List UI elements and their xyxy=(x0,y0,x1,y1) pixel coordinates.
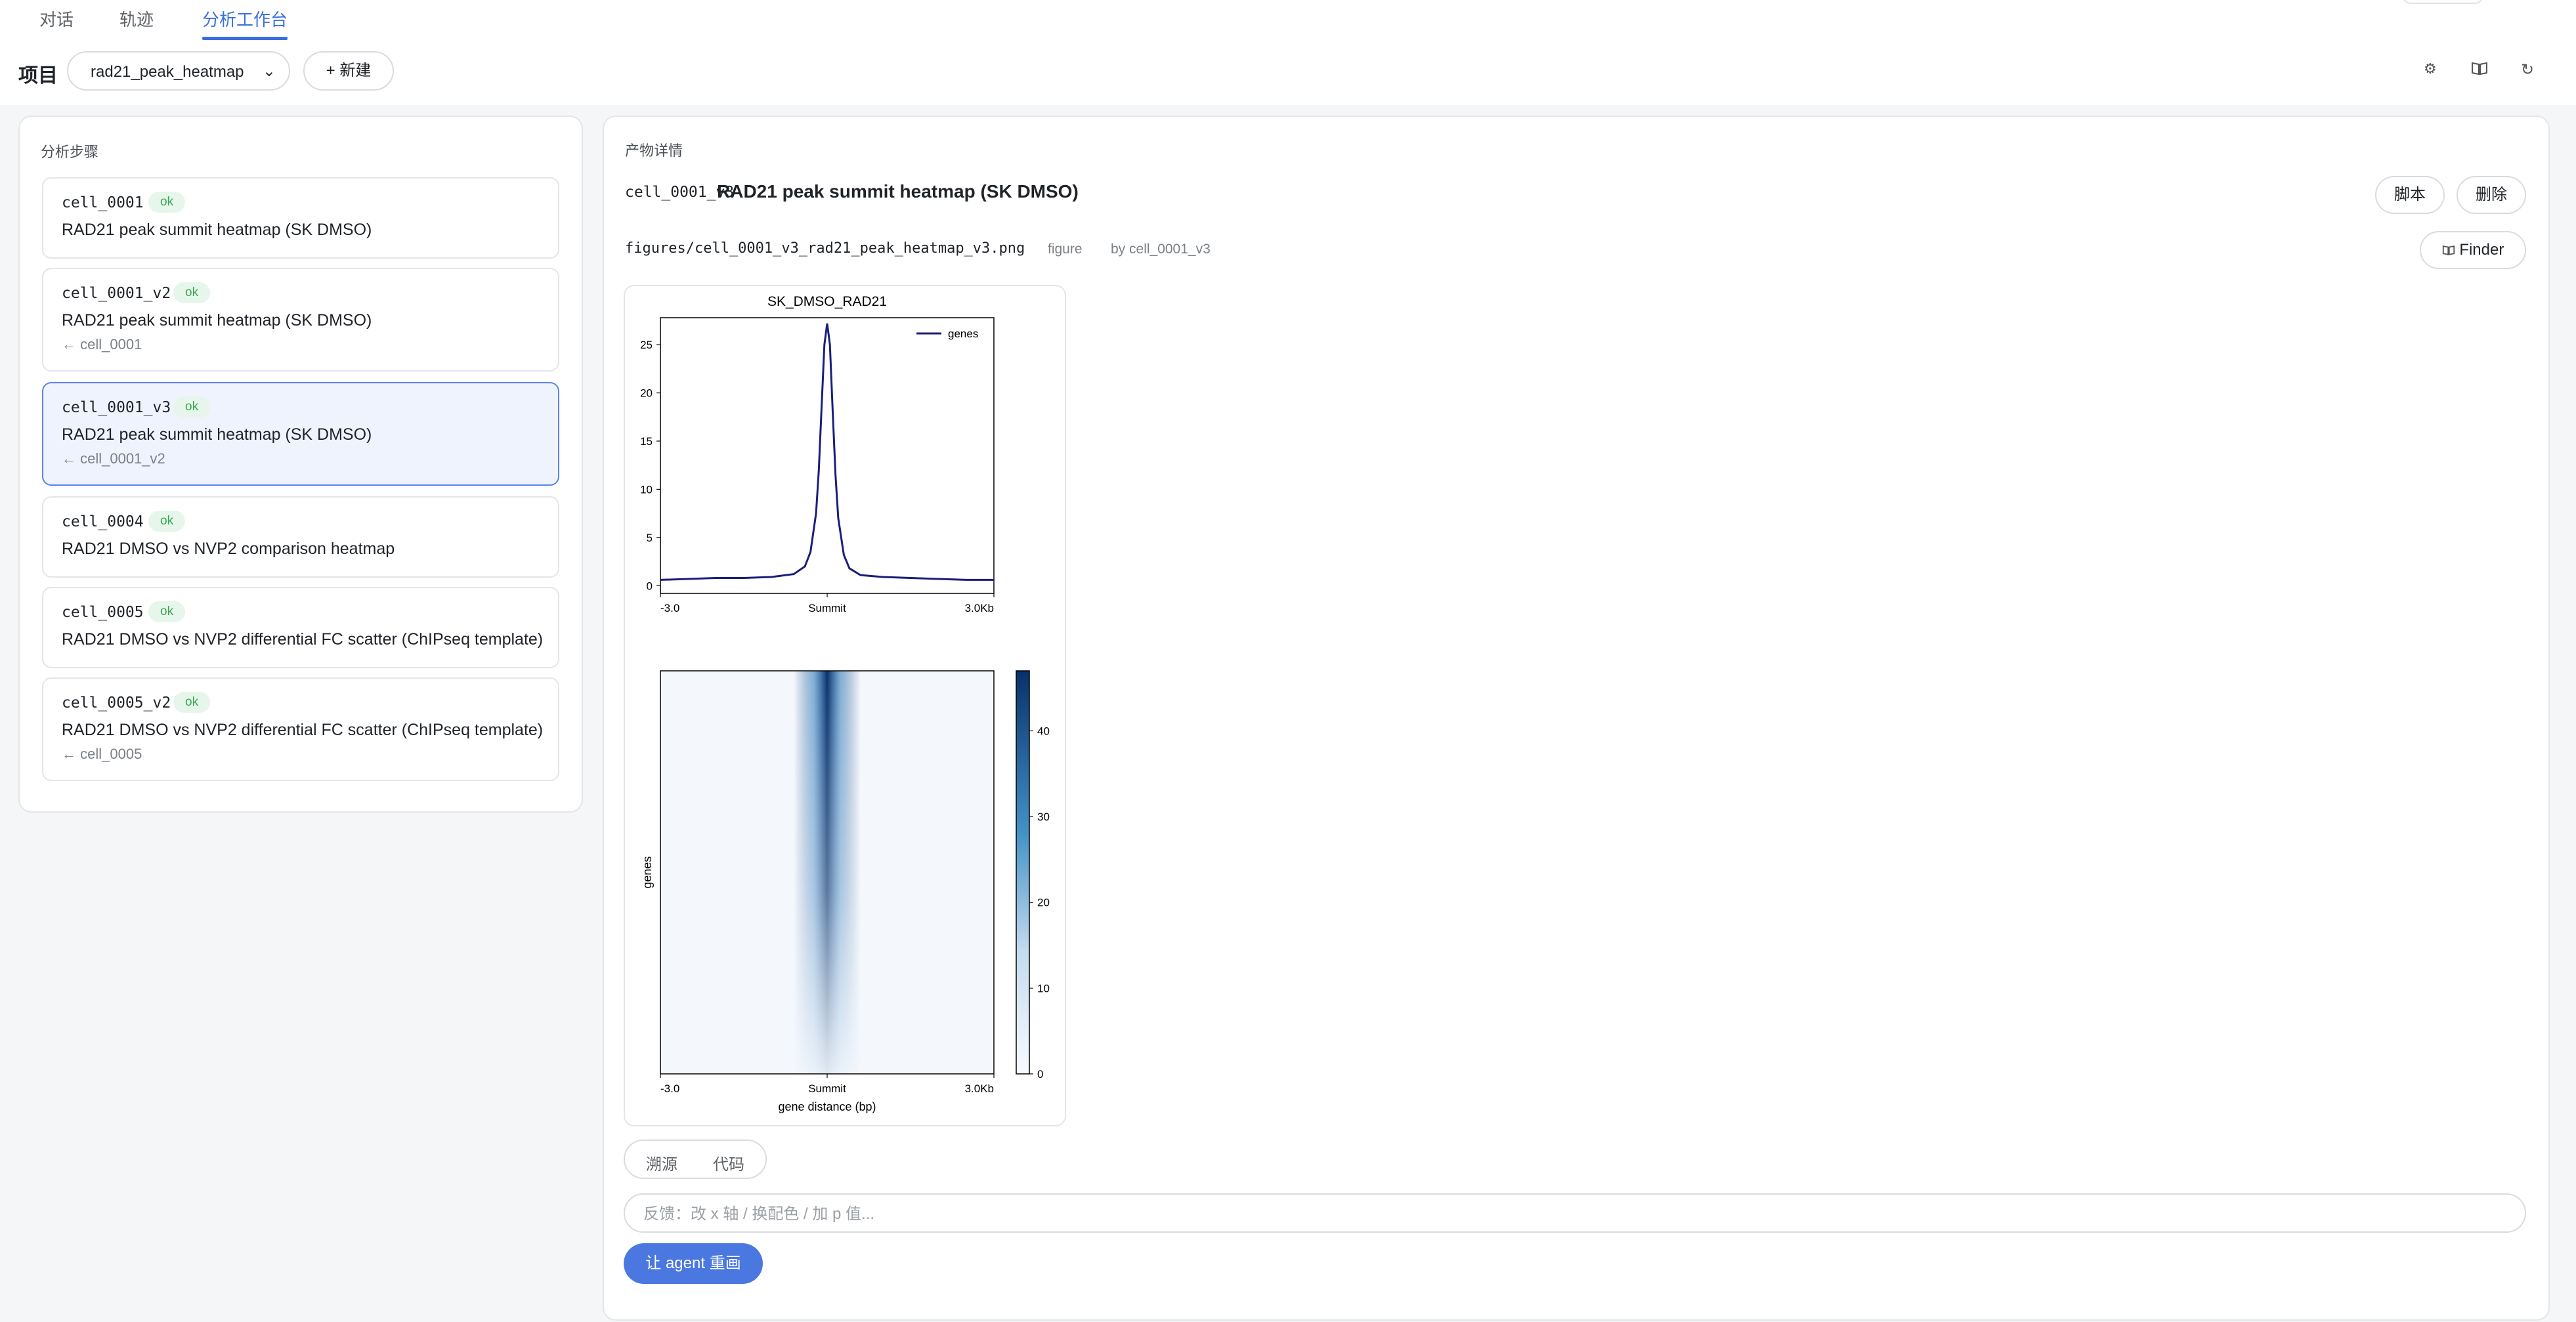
feedback-field[interactable] xyxy=(624,1193,2526,1233)
y-tick-label: 15 xyxy=(640,435,653,448)
gear-icon[interactable]: ⚙ xyxy=(2424,60,2437,77)
status-badge: ok xyxy=(173,692,211,713)
status-badge: ok xyxy=(148,511,186,532)
artifact-author: by cell_0001_v3 xyxy=(1111,242,1211,257)
profile-plot: 0 5 10 15 20 25 -3.0 Summit 3.0Kb genes xyxy=(640,317,995,614)
feedback-input[interactable] xyxy=(642,1203,2483,1226)
y-tick-label: 5 xyxy=(647,532,653,544)
new-project-button[interactable]: + 新建 xyxy=(303,51,394,91)
project-select-value: rad21_peak_heatmap xyxy=(91,63,244,81)
script-button[interactable]: 脚本 xyxy=(2375,176,2445,214)
profile-frame xyxy=(660,317,995,594)
project-bar: 项目 rad21_peak_heatmap ⌄ + 新建 ⚙ ↻ xyxy=(0,41,2576,105)
heatmap-x-tick-label: Summit xyxy=(808,1082,846,1095)
step-title: RAD21 DMSO vs NVP2 differential FC scatt… xyxy=(62,630,544,649)
step-card-cell-0001-v2[interactable]: cell_0001_v2 ok RAD21 peak summit heatma… xyxy=(42,268,559,372)
step-title: RAD21 peak summit heatmap (SK DMSO) xyxy=(62,311,372,330)
heatmap-x-tick-label: 3.0Kb xyxy=(965,1082,994,1095)
colorbar-tick-label: 20 xyxy=(1037,897,1050,909)
status-badge: ok xyxy=(148,192,186,213)
tab-analysis-workbench[interactable]: 分析工作台 xyxy=(202,7,288,31)
status-badge: ok xyxy=(173,282,211,303)
y-tick-label: 25 xyxy=(640,339,653,351)
colorbar-tick-label: 10 xyxy=(1037,982,1050,994)
view-segment-control: 溯源 代码 xyxy=(624,1140,767,1179)
step-id: cell_0005 xyxy=(62,604,144,621)
step-parent-link[interactable]: ← cell_0001 xyxy=(62,336,142,353)
colorbar-tick-label: 40 xyxy=(1037,725,1050,737)
profile-title: SK_DMSO_RAD21 xyxy=(767,294,887,309)
step-id: cell_0001_v3 xyxy=(62,399,171,416)
tab-trajectory[interactable]: 轨迹 xyxy=(119,7,154,31)
active-tab-indicator xyxy=(202,37,288,40)
project-label: 项目 xyxy=(18,65,58,87)
colorbar-tick-label: 30 xyxy=(1037,811,1050,823)
tab-provenance[interactable]: 溯源 xyxy=(646,1151,677,1174)
step-id: cell_0001_v2 xyxy=(62,285,171,302)
colorbar xyxy=(1016,670,1030,1075)
finder-button[interactable]: Finder xyxy=(2420,231,2526,269)
step-parent-link[interactable]: ← cell_0005 xyxy=(62,746,142,763)
book-icon xyxy=(2442,245,2455,255)
agent-redraw-button[interactable]: 让 agent 重画 xyxy=(624,1243,763,1284)
step-title: RAD21 peak summit heatmap (SK DMSO) xyxy=(62,425,372,444)
step-title: RAD21 DMSO vs NVP2 comparison heatmap xyxy=(62,540,395,558)
x-tick-label: 3.0Kb xyxy=(965,602,994,614)
step-card-cell-0005-v2[interactable]: cell_0005_v2 ok RAD21 DMSO vs NVP2 diffe… xyxy=(42,677,559,781)
profile-heatmap-figure: SK_DMSO_RAD21 0 5 10 15 20 25 -3.0 Summit 3.0Kb g… xyxy=(640,294,1050,1113)
heatmap-x-tick-label: -3.0 xyxy=(660,1082,679,1095)
delete-button[interactable]: 删除 xyxy=(2457,176,2526,214)
step-id: cell_0005_v2 xyxy=(62,694,171,712)
artifact-kind: figure xyxy=(1048,242,1083,257)
step-title: RAD21 DMSO vs NVP2 differential FC scatt… xyxy=(62,721,544,739)
finder-label: Finder xyxy=(2459,241,2504,259)
top-tab-bar: 对话 轨迹 分析工作台 xyxy=(0,0,2576,42)
step-card-cell-0004[interactable]: cell_0004 ok RAD21 DMSO vs NVP2 comparis… xyxy=(42,496,559,578)
figure-preview: SK_DMSO_RAD21 0 5 10 15 20 25 -3.0 Summit 3.0Kb g… xyxy=(624,285,1066,1126)
book-icon[interactable] xyxy=(2471,60,2488,81)
artifact-detail-panel: 产物详情 cell_0001_v3 RAD21 peak summit heat… xyxy=(603,116,2550,1321)
step-card-cell-0001[interactable]: cell_0001 ok RAD21 peak summit heatmap (… xyxy=(42,177,559,259)
colorbar-tick-label: 0 xyxy=(1037,1068,1043,1080)
status-badge: ok xyxy=(148,601,186,622)
step-card-cell-0001-v3[interactable]: cell_0001_v3 ok RAD21 peak summit heatma… xyxy=(42,382,559,486)
top-right-button[interactable] xyxy=(2403,0,2483,4)
y-tick-label: 10 xyxy=(640,483,653,496)
heatmap-xlabel: gene distance (bp) xyxy=(778,1100,876,1113)
status-badge: ok xyxy=(173,396,211,417)
tab-chat[interactable]: 对话 xyxy=(39,7,74,31)
refresh-icon[interactable]: ↻ xyxy=(2521,60,2534,79)
steps-panel-title: 分析步骤 xyxy=(41,144,99,160)
heatmap-axes: -3.0 Summit 3.0Kb xyxy=(660,1074,995,1095)
colorbar-axis: 0 10 20 30 40 xyxy=(1029,725,1050,1080)
y-tick-label: 20 xyxy=(640,387,653,400)
step-id: cell_0004 xyxy=(62,513,144,530)
artifact-title: RAD21 peak summit heatmap (SK DMSO) xyxy=(717,181,1079,202)
x-tick-label: Summit xyxy=(808,602,846,614)
artifact-path: figures/cell_0001_v3_rad21_peak_heatmap_… xyxy=(625,240,1025,257)
y-tick-label: 0 xyxy=(647,580,653,592)
heatmap-signal xyxy=(660,671,994,1074)
step-id: cell_0001 xyxy=(62,194,144,211)
chevron-down-icon: ⌄ xyxy=(262,62,276,80)
x-tick-label: -3.0 xyxy=(660,602,679,614)
legend-label: genes xyxy=(948,328,978,340)
step-parent-link[interactable]: ← cell_0001_v2 xyxy=(62,450,165,467)
tab-code[interactable]: 代码 xyxy=(713,1151,744,1174)
heatmap-ylabel: genes xyxy=(641,856,654,888)
analysis-steps-panel: 分析步骤 cell_0001 ok RAD21 peak summit heat… xyxy=(18,116,583,813)
step-title: RAD21 peak summit heatmap (SK DMSO) xyxy=(62,221,372,239)
detail-panel-title: 产物详情 xyxy=(625,142,683,159)
step-card-cell-0005[interactable]: cell_0005 ok RAD21 DMSO vs NVP2 differen… xyxy=(42,587,559,668)
project-select[interactable]: rad21_peak_heatmap ⌄ xyxy=(67,51,290,91)
